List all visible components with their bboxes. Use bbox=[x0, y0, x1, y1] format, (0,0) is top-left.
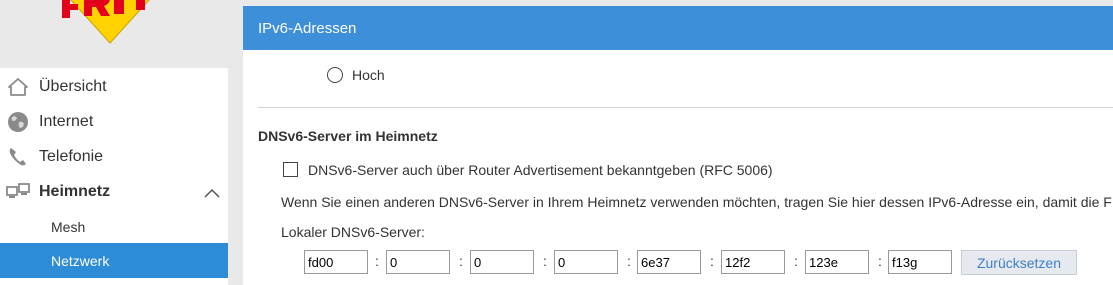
sidebar-item-heimnetz[interactable]: Heimnetz bbox=[0, 174, 228, 209]
sidebar-item-uebersicht[interactable]: Übersicht bbox=[0, 69, 228, 104]
ipv6-segment-5[interactable] bbox=[637, 250, 701, 274]
sidebar: Übersicht Internet Telefonie Heimnetz Me… bbox=[0, 68, 228, 285]
ip-separator: : bbox=[627, 253, 631, 269]
ipv6-segment-1[interactable] bbox=[304, 250, 368, 274]
ipv6-segment-3[interactable] bbox=[470, 250, 534, 274]
sidebar-item-label: Heimnetz bbox=[39, 183, 111, 200]
ip-separator: : bbox=[459, 253, 463, 269]
home-icon bbox=[8, 78, 28, 96]
ipv6-segment-7[interactable] bbox=[805, 250, 869, 274]
logo-area bbox=[0, 0, 243, 50]
sidebar-item-label: Übersicht bbox=[39, 78, 107, 95]
sidebar-subitem-netzwerk[interactable]: Netzwerk bbox=[0, 243, 228, 278]
page-title: IPv6-Adressen bbox=[258, 20, 357, 37]
reset-button[interactable]: Zurücksetzen bbox=[961, 250, 1077, 275]
sidebar-item-label: Internet bbox=[39, 113, 94, 130]
ipv6-segment-8[interactable] bbox=[888, 250, 952, 274]
ipv6-segment-6[interactable] bbox=[721, 250, 785, 274]
page-header: IPv6-Adressen bbox=[243, 6, 1113, 50]
sidebar-item-telefonie[interactable]: Telefonie bbox=[0, 139, 228, 174]
phone-icon bbox=[9, 148, 26, 166]
globe-icon bbox=[8, 112, 28, 132]
local-dns-label: Lokaler DNSv6-Server: bbox=[281, 224, 425, 240]
checkbox-label: DNSv6-Server auch über Router Advertisem… bbox=[308, 162, 773, 178]
sidebar-subitem-label: Mesh bbox=[51, 219, 86, 235]
section-title: DNSv6-Server im Heimnetz bbox=[258, 128, 438, 144]
ip-separator: : bbox=[710, 253, 714, 269]
info-text: Wenn Sie einen anderen DNSv6-Server in I… bbox=[281, 194, 1113, 210]
main-content: Hoch DNSv6-Server im Heimnetz DNSv6-Serv… bbox=[243, 50, 1113, 285]
fritz-logo[interactable] bbox=[50, 0, 170, 48]
network-icon bbox=[6, 183, 30, 198]
chevron-up-icon[interactable] bbox=[204, 188, 220, 198]
divider bbox=[258, 107, 1113, 108]
ipv6-segment-4[interactable] bbox=[554, 250, 618, 274]
ip-separator: : bbox=[878, 253, 882, 269]
sidebar-subitem-label: Netzwerk bbox=[51, 253, 110, 269]
router-advertisement-checkbox[interactable] bbox=[283, 162, 298, 177]
sidebar-subitem-mesh[interactable]: Mesh bbox=[0, 209, 228, 244]
ip-separator: : bbox=[375, 253, 379, 269]
sidebar-item-internet[interactable]: Internet bbox=[0, 104, 228, 139]
sidebar-item-label: Telefonie bbox=[39, 148, 104, 165]
radio-label: Hoch bbox=[352, 67, 385, 83]
ip-separator: : bbox=[543, 253, 547, 269]
ip-separator: : bbox=[794, 253, 798, 269]
radio-hoch[interactable] bbox=[327, 67, 343, 83]
ipv6-segment-2[interactable] bbox=[386, 250, 450, 274]
fritzbox-ui: Übersicht Internet Telefonie Heimnetz Me… bbox=[0, 0, 1113, 285]
